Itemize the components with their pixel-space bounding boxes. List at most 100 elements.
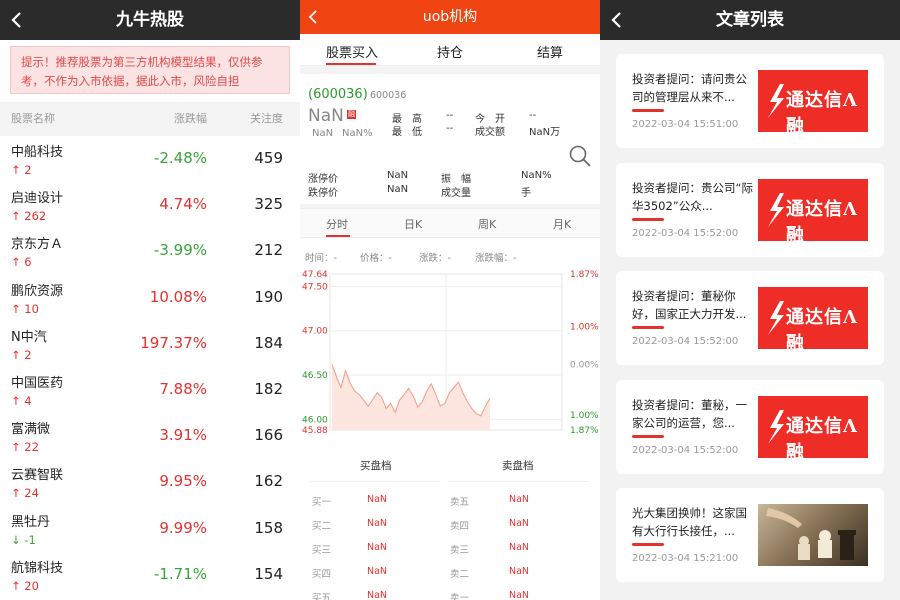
divider [300,66,600,74]
article-card[interactable]: 投资者提问：贵公司“际华3502”公众... 2022-03-04 15:52:0… [616,162,884,257]
stock-row[interactable]: 航锦科技 ↑ 20 -1.71% 154 [0,552,300,598]
logo-icon [768,84,784,118]
intraday-chart[interactable]: 47.64 47.50 47.00 46.50 46.0045.88 1.87% 1.00%… [300,266,600,436]
sell-level-value: NaN [509,566,530,577]
logo-text: 通达信Λ融 [786,307,858,354]
column-attention: 关注度 [250,112,283,125]
rank-change: ↑ 2 [11,163,32,177]
y-tick-label-right: 1.87% [570,426,599,436]
stock-row[interactable]: 黑牡丹 ↓ -1 9.99% 158 [0,506,300,552]
stock-row[interactable]: 云赛智联 ↑ 24 9.95% 162 [0,459,300,505]
article-title: 投资者提问：请问贵公司的管理层从来不... [632,72,747,104]
back-button[interactable] [610,0,630,40]
stock-name: 富满微 [11,422,51,438]
y-tick-label: 46.00 [302,415,328,425]
y-tick-label-right: 1.00% [570,322,599,332]
stock-code: (600036) [308,87,368,102]
value-limit-down: NaN [387,184,409,195]
stock-row[interactable]: N中汽 ↑ 2 197.37% 184 [0,321,300,367]
value-high: -- [446,110,454,121]
rank-change: ↑ 6 [11,255,32,270]
tab-holdings[interactable]: 持仓 [437,42,463,61]
value-amplitude: NaN% [521,170,552,181]
tab-intraday[interactable]: 分时 [326,216,348,232]
stock-row[interactable]: 鹏欣资源 ↑ 10 10.08% 190 [0,275,300,321]
label-limit-down: 跌停价 [308,188,338,199]
accent-bar [632,434,664,438]
y-tick-label-right: 1.87% [570,270,599,280]
stock-row[interactable]: 启迪设计 ↑ 262 4.74% 325 [0,182,300,228]
info-price: 价格：- [360,253,392,264]
stock-name: 中国医药 [11,375,64,391]
article-card[interactable]: 投资者提问：请问贵公司的管理层从来不... 2022-03-04 15:51:00… [616,54,884,148]
divider [310,481,440,482]
change-percent: 10.08% [149,287,207,306]
back-button[interactable] [10,0,30,40]
tab-settlement[interactable]: 结算 [537,42,563,61]
chess-pieces-icon [766,508,856,560]
stock-row[interactable]: 中船科技 ↑ 2 -2.48% 459 [0,136,300,182]
logo-icon [768,301,784,335]
page-title: 九牛热股 [116,10,184,30]
value-volume: 手 [521,188,531,199]
tab-buy[interactable]: 股票买入 [326,42,378,61]
change-percent: 197.37% [140,333,207,352]
y-tick-label: 47.00 [302,327,328,337]
stock-row[interactable]: 中国医药 ↑ 4 7.88% 182 [0,367,300,413]
buy-level-value: NaN [367,590,388,600]
article-card[interactable]: 投资者提问：董秘你好，国家正大力开发... 2022-03-04 15:52:00… [616,271,884,365]
chevron-left-icon [308,10,317,24]
y-tick-label-right: 0.00% [570,360,599,370]
sell-level-label: 卖四 [450,521,470,532]
tab-daily-k[interactable]: 日K [404,216,422,232]
change-percent: -2.48% [153,149,207,167]
tab-weekly-k[interactable]: 周K [478,216,496,232]
divider [448,481,588,482]
stock-row[interactable]: 富满微 ↑ 22 3.91% 166 [0,413,300,459]
chevron-left-icon [611,12,621,28]
buy-level-label: 买五 [312,593,332,600]
attention-value: 158 [254,518,283,537]
logo-icon [768,409,784,444]
accent-bar [632,543,664,546]
chart-tabs: 分时 日K 周K 月K [300,208,600,238]
article-list-panel: 文章列表 投资者提问：请问贵公司的管理层从来不... 2022-03-04 15:… [600,0,900,600]
value-turnover: NaN万 [529,127,561,138]
stock-row[interactable]: 京东方Ａ ↑ 6 -3.99% 212 [0,228,300,274]
info-pct: 涨跌幅：- [475,253,517,264]
article-date: 2022-03-04 15:51:00 [632,119,739,130]
buy-level-value: NaN [367,494,388,505]
article-date: 2022-03-04 15:52:00 [632,227,739,239]
article-title: 投资者提问：贵公司“际华3502”公众... [632,180,753,213]
y-tick-label-right: 1.00% [570,411,599,421]
logo-text: 通达信Λ融 [786,198,858,246]
attention-value: 190 [254,287,283,306]
buy-level-label: 买一 [312,497,332,508]
trade-tabs: 股票买入 持仓 结算 [300,34,600,66]
change-percent: 4.74% [159,195,207,214]
attention-value: 212 [254,241,283,260]
rank-change: ↓ -1 [11,532,36,547]
accent-bar [632,217,664,221]
quote-block: (600036) 600036 NaN 融 NaN NaN% 最 高 最 低 -… [300,74,600,204]
buy-level-value: NaN [367,566,388,577]
tab-monthly-k[interactable]: 月K [553,216,571,232]
rank-change: ↑ 10 [11,301,39,316]
article-card[interactable]: 光大集团换帅！这家国有大行行长接任，... 2022-03-04 15:21:00 [616,488,884,582]
stock-name: N中汽 [11,329,47,345]
rank-change: ↑ 24 [11,486,39,501]
search-icon[interactable] [568,144,592,168]
change-percent: -3.99% [153,241,207,260]
article-title: 投资者提问：董秘，一家公司的运营，您... [632,397,747,430]
attention-value: 166 [254,426,283,445]
logo-text: 通达信Λ融 [786,415,858,463]
article-thumbnail [758,504,868,566]
sell-level-label: 卖一 [450,593,470,600]
value-low: -- [446,123,454,134]
logo-text: 通达信Λ融 [786,90,858,137]
current-price: NaN [308,106,344,126]
article-card[interactable]: 投资者提问：董秘，一家公司的运营，您... 2022-03-04 15:52:00… [616,379,884,474]
order-book: 买盘档 卖盘档 买一 NaN 买二 NaN 买三 NaN 买四 NaN 买五 NaN 卖五 NaN 卖… [300,440,600,600]
stock-name: 云赛智联 [11,468,64,484]
stock-name: 黑牡丹 [11,514,51,530]
